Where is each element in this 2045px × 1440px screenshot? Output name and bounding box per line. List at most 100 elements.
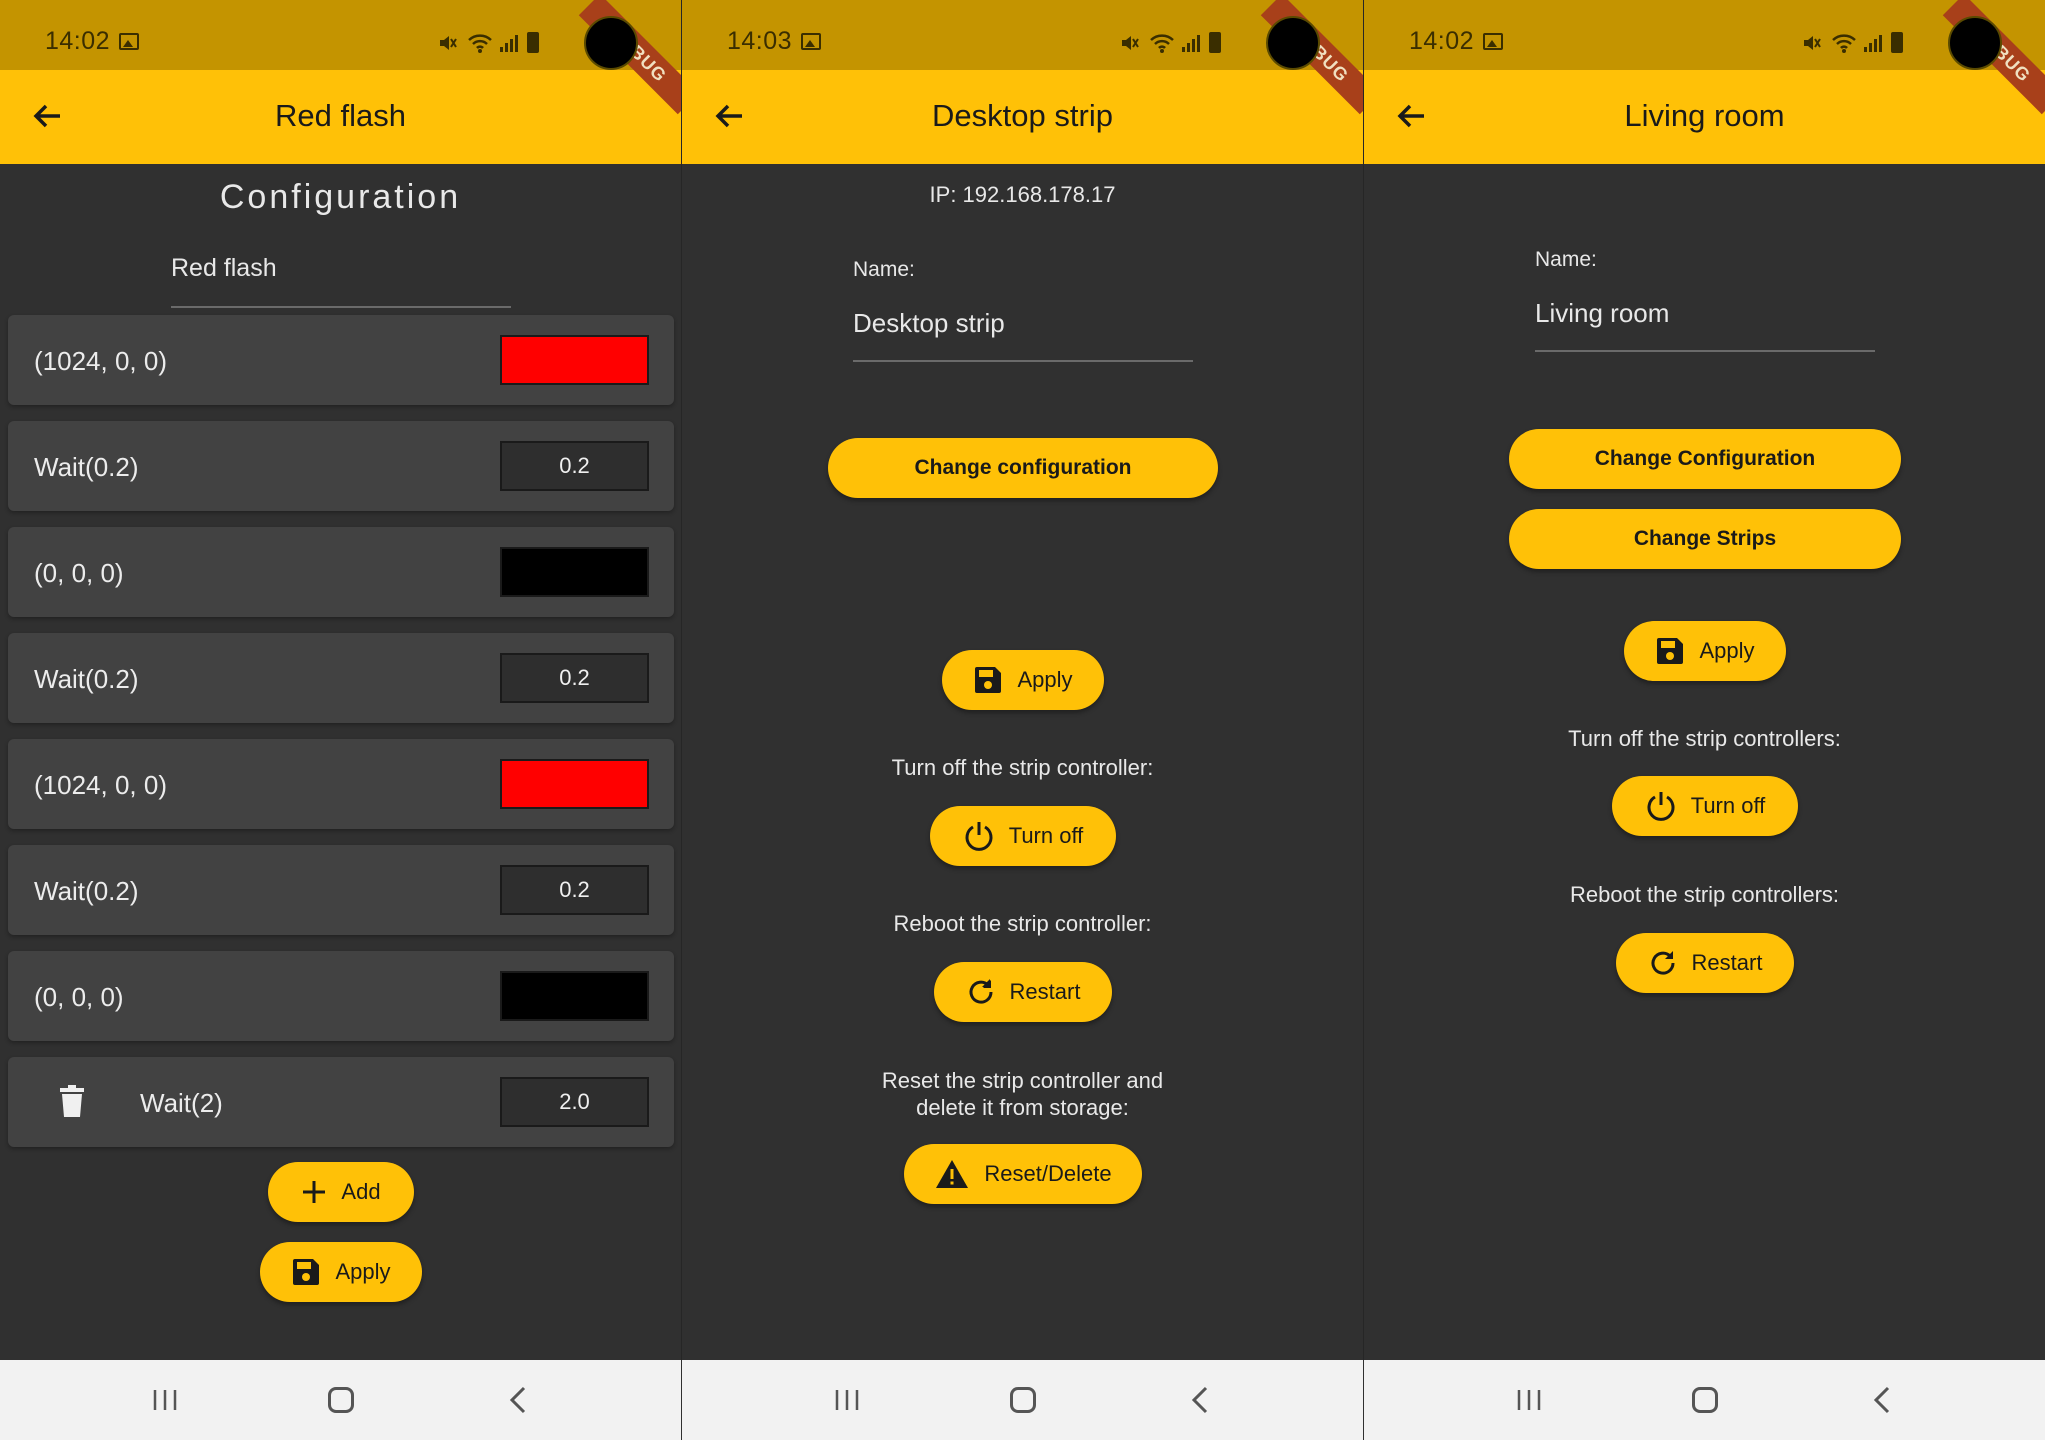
- system-back-icon[interactable]: [1190, 1386, 1210, 1414]
- config-name-field[interactable]: Red flash: [171, 254, 511, 304]
- restart-label: Restart: [1009, 979, 1081, 1004]
- restart-button[interactable]: Restart: [934, 962, 1112, 1022]
- wait-duration-field[interactable]: 0.2: [500, 441, 649, 491]
- recent-apps-icon[interactable]: [1516, 1388, 1542, 1412]
- color-swatch[interactable]: [500, 971, 649, 1021]
- wifi-icon: [468, 34, 492, 53]
- plus-icon: [303, 1181, 326, 1203]
- step-label: Wait(0.2): [34, 876, 139, 906]
- color-swatch[interactable]: [500, 759, 649, 809]
- mute-icon: [1804, 36, 1821, 50]
- recent-apps-icon[interactable]: [152, 1388, 178, 1412]
- step-row[interactable]: (0, 0, 0): [8, 951, 674, 1041]
- change-strips-label: Change Strips: [1633, 527, 1777, 550]
- save-icon: [293, 1259, 320, 1285]
- gallery-notification-icon: [801, 33, 821, 50]
- status-bar: 14:02: [0, 0, 681, 70]
- ip-address: IP: 192.168.178.17: [929, 182, 1116, 207]
- step-row[interactable]: Wait(2) 2.0: [8, 1057, 674, 1147]
- wait-duration-field[interactable]: 0.2: [500, 653, 649, 703]
- apply-button[interactable]: Apply: [260, 1242, 422, 1302]
- section-heading: Configuration: [219, 178, 462, 216]
- battery-icon: [527, 32, 539, 53]
- page-title: Desktop strip: [932, 98, 1113, 133]
- screen-desktop-strip: 14:03 DEBUG Desktop strip IP: 192.168.17…: [682, 0, 1363, 1440]
- status-icons: [1119, 30, 1229, 56]
- home-icon[interactable]: [1010, 1387, 1036, 1413]
- reset-delete-button[interactable]: Reset/Delete: [904, 1144, 1142, 1204]
- wait-duration-field[interactable]: 2.0: [500, 1077, 649, 1127]
- home-icon[interactable]: [1692, 1387, 1718, 1413]
- reboot-caption: Reboot the strip controllers:: [1569, 882, 1840, 907]
- step-label: Wait(0.2): [34, 664, 139, 694]
- apply-button-label: Apply: [1699, 638, 1755, 663]
- refresh-icon: [1651, 951, 1675, 975]
- save-icon: [1657, 638, 1684, 664]
- battery-icon: [1891, 32, 1903, 53]
- apply-button[interactable]: Apply: [942, 650, 1104, 710]
- status-time: 14:02: [1409, 27, 1475, 55]
- recent-apps-icon[interactable]: [834, 1388, 860, 1412]
- turn-off-caption: Turn off the strip controllers:: [1568, 726, 1841, 751]
- status-bar: 14:02: [1364, 0, 2045, 70]
- status-time: 14:02: [45, 27, 111, 55]
- restart-button[interactable]: Restart: [1616, 933, 1794, 993]
- name-label: Name:: [1535, 248, 1597, 271]
- signal-icon: [1182, 35, 1200, 52]
- app-bar: Desktop strip: [682, 70, 1363, 164]
- step-label: (0, 0, 0): [34, 982, 124, 1012]
- change-configuration-label: Change configuration: [914, 456, 1132, 479]
- gallery-notification-icon: [1483, 33, 1503, 50]
- step-row[interactable]: (1024, 0, 0): [8, 315, 674, 405]
- strip-name-field[interactable]: Desktop strip: [853, 308, 1193, 354]
- step-row[interactable]: Wait(0.2) 0.2: [8, 421, 674, 511]
- panel-divider: [1363, 0, 1364, 1360]
- change-configuration-button[interactable]: Change configuration: [828, 438, 1218, 498]
- signal-icon: [500, 35, 518, 52]
- mute-icon: [440, 36, 457, 50]
- reset-delete-label: Reset/Delete: [984, 1161, 1112, 1186]
- step-row[interactable]: Wait(0.2) 0.2: [8, 845, 674, 935]
- color-swatch[interactable]: [500, 335, 649, 385]
- color-swatch[interactable]: [500, 547, 649, 597]
- apply-button-label: Apply: [1017, 667, 1073, 692]
- wifi-icon: [1832, 34, 1856, 53]
- turn-off-button[interactable]: Turn off: [1612, 776, 1798, 836]
- step-row[interactable]: Wait(0.2) 0.2: [8, 633, 674, 723]
- system-back-icon[interactable]: [1872, 1386, 1892, 1414]
- status-icons: [1801, 30, 1911, 56]
- app-bar: Red flash: [0, 70, 681, 164]
- system-nav-bar: [682, 1360, 1363, 1440]
- reset-caption: Reset the strip controller and delete it…: [682, 1067, 1363, 1121]
- step-label: (1024, 0, 0): [34, 770, 167, 800]
- delete-icon[interactable]: [60, 1085, 84, 1117]
- system-back-icon[interactable]: [508, 1386, 528, 1414]
- reset-caption-line: delete it from storage:: [916, 1095, 1129, 1120]
- change-configuration-button[interactable]: Change Configuration: [1509, 429, 1901, 489]
- apply-button[interactable]: Apply: [1624, 621, 1786, 681]
- turn-off-label: Turn off: [1690, 793, 1766, 818]
- step-label: Wait(2): [140, 1088, 223, 1118]
- step-row[interactable]: (0, 0, 0): [8, 527, 674, 617]
- add-button-label: Add: [341, 1179, 381, 1204]
- step-label: Wait(0.2): [34, 452, 139, 482]
- panel-divider: [681, 0, 682, 1360]
- gallery-notification-icon: [119, 33, 139, 50]
- step-row[interactable]: (1024, 0, 0): [8, 739, 674, 829]
- name-label: Name:: [853, 258, 915, 281]
- turn-off-button[interactable]: Turn off: [930, 806, 1116, 866]
- change-strips-button[interactable]: Change Strips: [1509, 509, 1901, 569]
- restart-label: Restart: [1691, 950, 1763, 975]
- field-underline: [853, 360, 1193, 362]
- step-label: (1024, 0, 0): [34, 346, 167, 376]
- home-icon[interactable]: [328, 1387, 354, 1413]
- group-name-field[interactable]: Living room: [1535, 298, 1875, 344]
- refresh-icon: [969, 979, 993, 1004]
- add-button[interactable]: Add: [268, 1162, 414, 1222]
- battery-icon: [1209, 32, 1221, 53]
- step-label: (0, 0, 0): [34, 558, 124, 588]
- wait-duration-field[interactable]: 0.2: [500, 865, 649, 915]
- status-time: 14:03: [727, 27, 793, 55]
- change-configuration-label: Change Configuration: [1594, 447, 1816, 470]
- power-icon: [965, 822, 993, 851]
